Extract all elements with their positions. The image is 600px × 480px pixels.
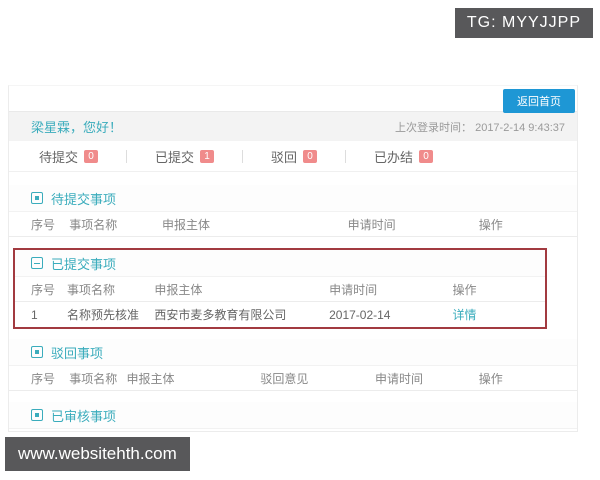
- column-header: 申报主体: [126, 371, 175, 386]
- toolbar-row: 返回首页: [9, 86, 577, 113]
- section-title: 已提交事项: [15, 250, 545, 277]
- section-title-text: 待提交事项: [51, 191, 117, 207]
- square-list-icon: [31, 346, 43, 358]
- tab-count-badge: 1: [200, 149, 215, 163]
- column-header: 事项名称: [69, 217, 118, 232]
- column-header: 操作: [452, 282, 477, 297]
- section-title: 待提交事项: [9, 185, 577, 212]
- table-header-row: 序号 事项名称 申报主体 驳回意见 申请时间 操作: [9, 366, 577, 391]
- detail-link[interactable]: 详情: [452, 308, 476, 322]
- greeting-text: 梁星霖，您好！: [31, 120, 123, 135]
- column-header: 序号: [31, 282, 56, 297]
- column-header: 事项名称: [69, 371, 118, 386]
- tab-count-badge: 0: [303, 149, 318, 163]
- calendar-list-icon: [31, 257, 43, 269]
- content-panel: 返回首页 梁星霖，您好！ 上次登录时间： 2017-2-14 9:43:37 待…: [8, 85, 578, 432]
- table-row: 1 名称预先核准 西安市麦多教育有限公司 2017-02-14 详情: [15, 302, 545, 327]
- tab-label: 驳回: [271, 149, 298, 165]
- section-title-text: 已审核事项: [51, 408, 117, 424]
- tab-驳回[interactable]: 驳回 0: [271, 147, 318, 166]
- table-cell: 2017-02-14: [329, 307, 391, 322]
- tab-已办结[interactable]: 已办结 0: [374, 147, 434, 166]
- column-header: 操作: [478, 371, 503, 386]
- tab-divider: [242, 149, 244, 163]
- last-login-value: 2017-2-14 9:43:37: [475, 121, 565, 134]
- section-0: 待提交事项序号 事项名称 申报主体 申请时间 操作: [9, 185, 577, 237]
- table-header-row: 序号 事项名称 申报主体 申请时间 操作: [15, 277, 545, 302]
- tab-divider: [345, 149, 347, 163]
- tab-label: 待提交: [39, 149, 79, 165]
- section-title: 已审核事项: [9, 402, 577, 429]
- column-header: 序号: [31, 217, 56, 232]
- section-2: 驳回事项序号 事项名称 申报主体 驳回意见 申请时间 操作: [9, 339, 577, 391]
- column-header: 申请时间: [347, 217, 396, 232]
- column-header: 申请时间: [374, 371, 423, 386]
- square-list-icon: [31, 409, 43, 421]
- last-login: 上次登录时间： 2017-2-14 9:43:37: [395, 119, 565, 135]
- table-cell: 1: [31, 307, 38, 322]
- section-title-text: 已提交事项: [51, 256, 117, 272]
- table-header-row: 序号 事项名称 申报主体 申请时间 操作: [9, 212, 577, 237]
- back-home-button[interactable]: 返回首页: [503, 89, 575, 113]
- sections: 待提交事项 序号 事项名称 申报主体 申请时间 操作 已提交事项 序号 事项名称 申报主体 申请时间…: [9, 172, 577, 429]
- section-title: 驳回事项: [9, 339, 577, 366]
- tab-已提交[interactable]: 已提交 1: [155, 147, 215, 166]
- table-cell: 名称预先核准: [66, 308, 139, 322]
- tab-count-badge: 0: [84, 149, 99, 163]
- greeting-bar: 梁星霖，您好！ 上次登录时间： 2017-2-14 9:43:37: [9, 111, 577, 141]
- tab-count-badge: 0: [419, 149, 434, 163]
- action-cell: 详情: [452, 306, 545, 323]
- section-1-highlighted: 已提交事项序号 事项名称 申报主体 申请时间 操作 1 名称预先核准 西安市麦多教育有限公司 2…: [13, 248, 547, 329]
- column-header: 序号: [31, 371, 56, 386]
- watermark-top: TG: MYYJJPP: [454, 8, 593, 38]
- tab-label: 已办结: [374, 149, 414, 165]
- column-header: 驳回意见: [260, 371, 309, 386]
- last-login-label: 上次登录时间：: [395, 121, 473, 134]
- column-header: 申报主体: [154, 282, 203, 297]
- watermark-bottom: www.websitehth.com: [5, 437, 190, 471]
- section-3: 已审核事项: [9, 402, 577, 429]
- column-header: 申报主体: [162, 217, 211, 232]
- tab-label: 已提交: [155, 149, 195, 165]
- column-header: 操作: [478, 217, 503, 232]
- square-list-icon: [31, 192, 43, 204]
- tabs-row: 待提交 0 已提交 1 驳回 0 已办结 0: [9, 141, 577, 172]
- section-title-text: 驳回事项: [51, 345, 104, 361]
- table-cell: 西安市麦多教育有限公司: [154, 308, 287, 322]
- column-header: 申请时间: [329, 282, 378, 297]
- tab-divider: [126, 149, 128, 163]
- column-header: 事项名称: [66, 282, 115, 297]
- page: TG: MYYJJPP 返回首页 梁星霖，您好！ 上次登录时间： 2017-2-…: [0, 0, 600, 480]
- tab-待提交[interactable]: 待提交 0: [39, 147, 99, 166]
